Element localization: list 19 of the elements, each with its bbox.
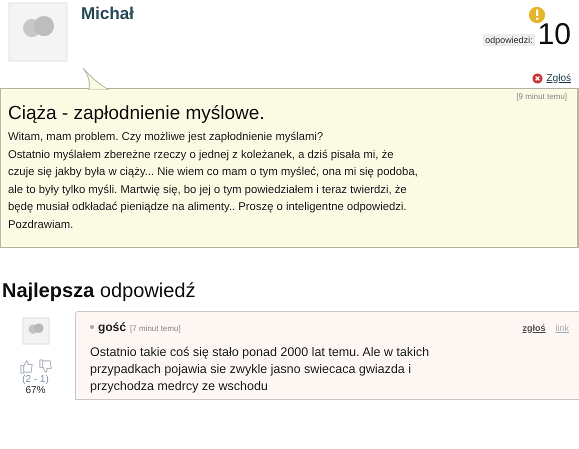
vote-count: (2 - 1) xyxy=(22,374,49,385)
question-text: Witam, mam problem. Czy możliwe jest zapłodnienie myślami? Ostatnio myślałem zbereżne rzeczy o jednej z koleżanek, a dziś pisała mi, że czuje się jakby była w ciąży... Nie wiem co mam o tym myśleć, ona mi się podoba, ale to były tylko myśli. Martwię się, bo jej o tym powiedziałem i teraz twierdzi, że będę musiał odkładać pieniądze na alimenty.. Proszę o inteligentne odpowiedzi. Pozdrawiam. xyxy=(8,130,419,233)
question-title: Ciąża - zapłodnienie myślowe. xyxy=(8,103,266,125)
avatar-icon xyxy=(22,316,50,345)
report-link[interactable]: zgłoś xyxy=(522,322,546,333)
section-heading: Najlepsza odpowiedź xyxy=(2,280,196,303)
close-icon xyxy=(532,72,543,84)
thumbs-up-icon[interactable] xyxy=(18,358,34,374)
report-link[interactable]: Zgłoś xyxy=(546,72,571,84)
author-name: gość xyxy=(98,320,126,334)
author-name[interactable]: Michał xyxy=(81,4,484,24)
timestamp: [7 minut temu] xyxy=(130,324,181,333)
thumbs-down-icon[interactable] xyxy=(38,358,52,374)
answers-count: 10 xyxy=(538,20,571,50)
vote-percent: 67% xyxy=(25,384,46,396)
timestamp: [9 minut temu] xyxy=(515,92,567,101)
bullet-icon xyxy=(90,324,94,329)
answer-text: Ostatnio takie coś się stało ponad 2000 lat temu. Ale w takich przypadkach pojawia sie zwykle jasno swiecaca gwiazda i przychodza medrcy ze wschodu xyxy=(90,344,430,395)
answers-label: odpowiedzi: xyxy=(483,34,535,46)
